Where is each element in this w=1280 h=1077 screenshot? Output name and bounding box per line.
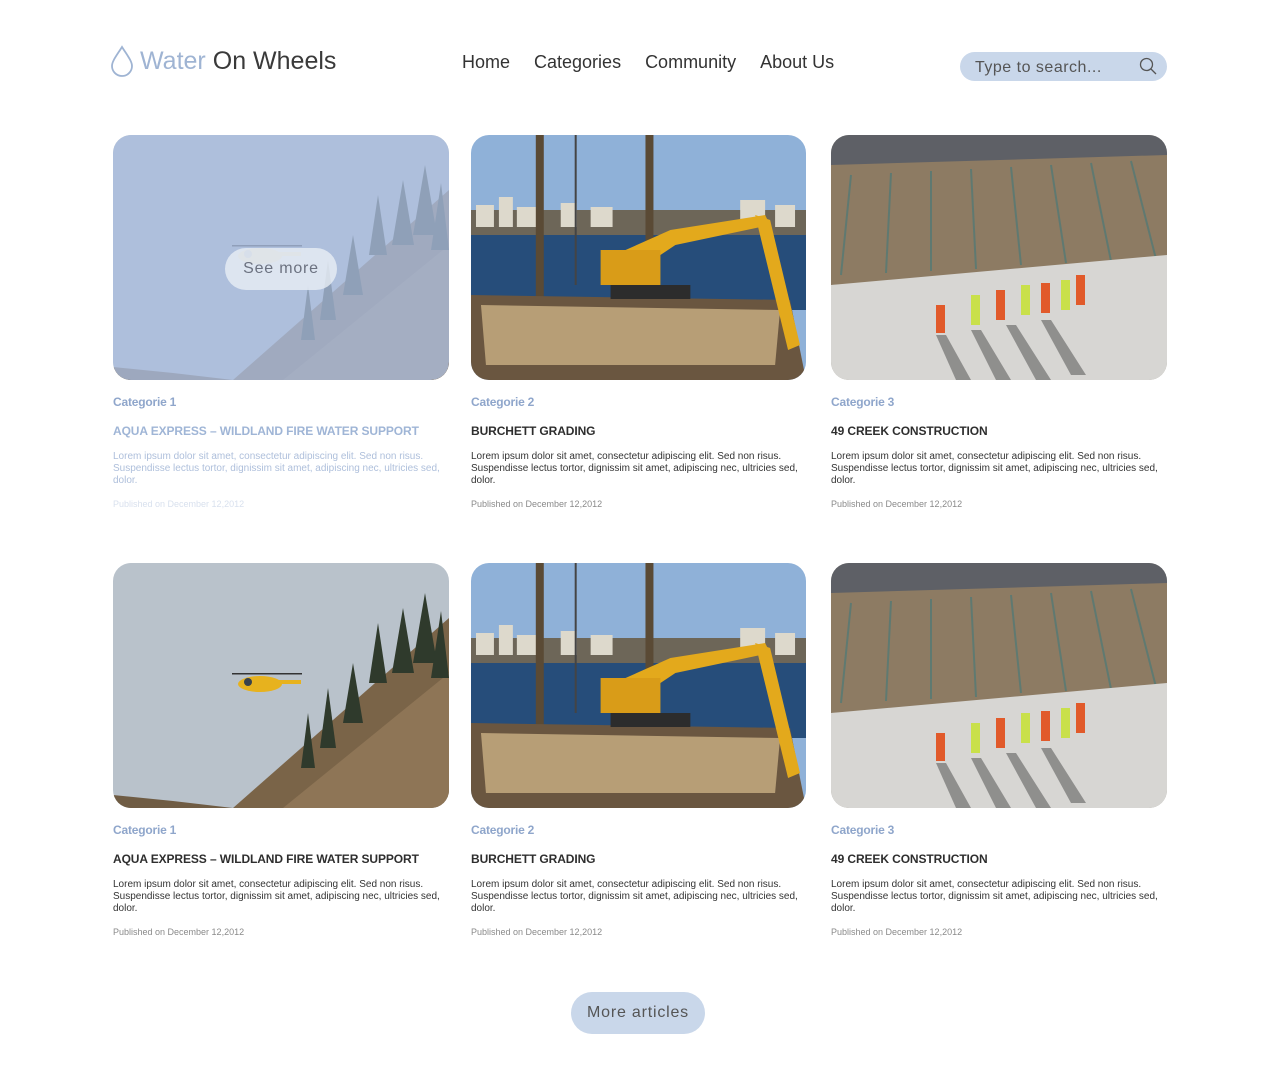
article-description: Lorem ipsum dolor sit amet, consectetur … [831,879,1158,914]
article-date: Published on December 12,2012 [471,927,603,937]
article-category[interactable]: Categorie 1 [113,395,449,409]
article-title[interactable]: BURCHETT GRADING [471,424,807,438]
excavator-barge-image [471,135,806,380]
article-image[interactable] [831,563,1167,808]
nav-community[interactable]: Community [645,52,736,73]
article-category[interactable]: Categorie 2 [471,823,807,837]
article-description: Lorem ipsum dolor sit amet, consectetur … [471,879,798,914]
article-date: Published on December 12,2012 [831,927,963,937]
main-nav: Home Categories Community About Us [462,52,834,73]
article-title[interactable]: BURCHETT GRADING [471,852,807,866]
search-icon[interactable] [1139,57,1157,75]
nav-about-us[interactable]: About Us [760,52,834,73]
article-image[interactable] [471,563,806,808]
water-drop-icon [111,45,133,77]
article-category[interactable]: Categorie 3 [831,395,1167,409]
article-category[interactable]: Categorie 1 [113,823,449,837]
construction-site-image [831,563,1167,808]
article-title[interactable]: 49 CREEK CONSTRUCTION [831,424,1167,438]
article-date: Published on December 12,2012 [113,927,245,937]
brand-name-wheels: On Wheels [212,46,337,75]
more-articles-button[interactable]: More articles [571,992,705,1034]
article-category[interactable]: Categorie 3 [831,823,1167,837]
article-description: Lorem ipsum dolor sit amet, consectetur … [471,451,798,486]
article-title[interactable]: AQUA EXPRESS – WILDLAND FIRE WATER SUPPO… [113,852,449,866]
article-image[interactable]: See more [113,135,449,380]
article-image[interactable] [831,135,1167,380]
article-description: Lorem ipsum dolor sit amet, consectetur … [831,451,1158,486]
search-box [960,52,1167,81]
article-card[interactable]: Categorie 3 49 CREEK CONSTRUCTION Lorem … [831,135,1167,509]
article-date: Published on December 12,2012 [113,499,245,509]
article-title[interactable]: AQUA EXPRESS – WILDLAND FIRE WATER SUPPO… [113,424,449,438]
article-card[interactable]: Categorie 2 BURCHETT GRADING Lorem ipsum… [471,135,807,509]
nav-home[interactable]: Home [462,52,510,73]
article-image[interactable] [471,135,806,380]
search-input[interactable] [973,56,1137,80]
article-category[interactable]: Categorie 2 [471,395,807,409]
article-image[interactable] [113,563,449,808]
article-date: Published on December 12,2012 [471,499,603,509]
article-card[interactable]: Categorie 1 AQUA EXPRESS – WILDLAND FIRE… [113,563,449,937]
brand-name-water: Water [140,46,206,75]
helicopter-cliff-image [113,563,449,808]
see-more-button[interactable]: See more [225,248,337,290]
construction-site-image [831,135,1167,380]
article-card[interactable]: See more Categorie 1 AQUA EXPRESS – WILD… [113,135,449,509]
brand-logo[interactable]: Water On Wheels [110,44,336,78]
article-description: Lorem ipsum dolor sit amet, consectetur … [113,879,440,914]
article-title[interactable]: 49 CREEK CONSTRUCTION [831,852,1167,866]
nav-categories[interactable]: Categories [534,52,621,73]
article-card[interactable]: Categorie 2 BURCHETT GRADING Lorem ipsum… [471,563,807,937]
excavator-barge-image [471,563,806,808]
article-card[interactable]: Categorie 3 49 CREEK CONSTRUCTION Lorem … [831,563,1167,937]
article-date: Published on December 12,2012 [831,499,963,509]
article-description: Lorem ipsum dolor sit amet, consectetur … [113,451,440,486]
